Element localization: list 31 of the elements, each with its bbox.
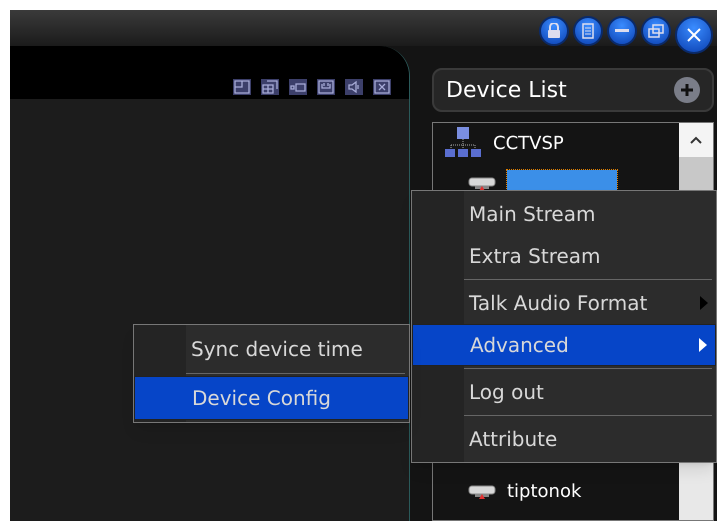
minimize-icon xyxy=(615,29,629,33)
minimize-button[interactable] xyxy=(607,16,637,46)
close-video-icon[interactable] xyxy=(373,79,391,95)
plus-icon xyxy=(680,83,694,97)
close-button[interactable] xyxy=(675,16,713,54)
menu-item[interactable]: Advanced xyxy=(412,324,716,366)
menu-item[interactable]: Log out xyxy=(412,366,716,413)
menu-item[interactable]: Sync device time xyxy=(134,327,409,371)
tree-item[interactable]: CCTVSP xyxy=(493,130,564,156)
document-icon xyxy=(582,23,594,39)
restore-button[interactable] xyxy=(641,16,671,46)
snapshot-icon[interactable] xyxy=(317,79,335,95)
submenu-arrow-icon xyxy=(699,338,707,352)
lock-button[interactable] xyxy=(539,16,569,46)
tree-item[interactable]: tiptonok xyxy=(507,478,582,504)
add-button[interactable] xyxy=(674,77,700,103)
lock-icon xyxy=(547,23,561,39)
menu-item[interactable]: Talk Audio Format xyxy=(412,277,716,324)
record-icon[interactable] xyxy=(289,79,307,95)
menu-item[interactable]: Attribute xyxy=(412,413,716,460)
menu-item[interactable]: Main Stream xyxy=(412,193,716,235)
single-view-icon[interactable] xyxy=(233,79,251,95)
panel-title: Device List xyxy=(446,76,567,104)
log-button[interactable] xyxy=(573,16,603,46)
restore-icon xyxy=(648,24,664,38)
submenu-arrow-icon xyxy=(700,296,708,310)
multi-view-icon[interactable] xyxy=(261,79,279,95)
menu-item[interactable]: Extra Stream xyxy=(412,235,716,277)
speaker-icon[interactable] xyxy=(345,79,363,95)
scroll-up-icon[interactable] xyxy=(690,136,702,144)
close-icon xyxy=(686,27,702,43)
